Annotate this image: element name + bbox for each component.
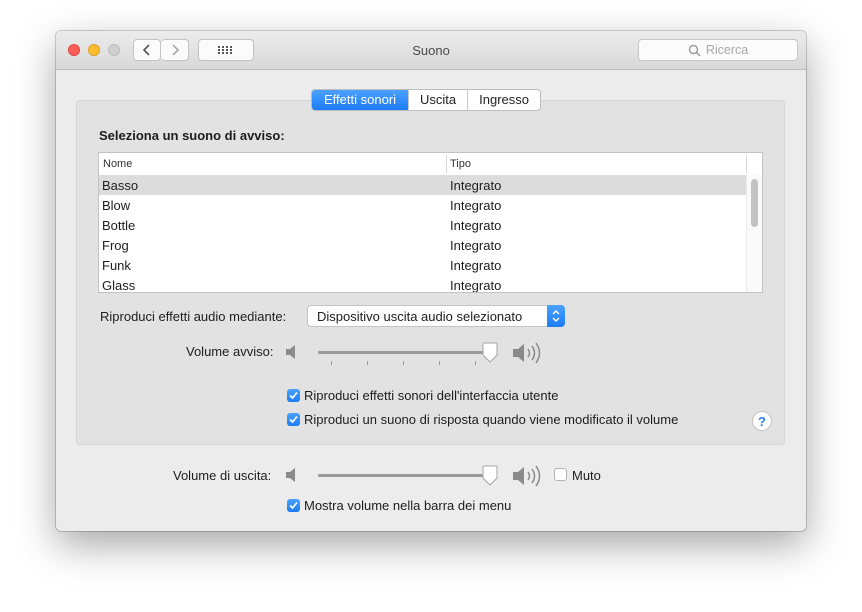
list-item[interactable]: Frog Integrato <box>99 235 747 255</box>
ui-sound-effects-label: Riproduci effetti sonori dell'interfacci… <box>304 388 559 403</box>
list-item[interactable]: Glass Integrato <box>99 275 747 293</box>
list-scrollbar[interactable] <box>746 175 762 292</box>
select-arrows-icon <box>547 305 565 327</box>
show-volume-menubar-label: Mostra volume nella barra dei menu <box>304 498 512 513</box>
slider-tick <box>331 361 332 365</box>
sound-type: Integrato <box>450 238 502 253</box>
slider-tick <box>439 361 440 365</box>
tab-ingresso[interactable]: Ingresso <box>467 90 540 110</box>
help-icon: ? <box>758 413 766 429</box>
sound-name: Basso <box>102 178 139 193</box>
speaker-high-icon <box>513 342 541 364</box>
slider-tick <box>403 361 404 365</box>
search-icon <box>688 44 701 57</box>
speaker-high-icon <box>513 465 541 487</box>
sound-type: Integrato <box>450 278 502 293</box>
alert-volume-fill <box>318 351 490 354</box>
show-volume-menubar-checkbox[interactable] <box>287 499 300 512</box>
sound-name: Funk <box>102 258 131 273</box>
checkmark-icon <box>289 391 298 400</box>
preferences-window: Suono Ricerca Effetti sonori Uscita Ingr… <box>56 31 806 531</box>
sound-name: Blow <box>102 198 131 213</box>
checkmark-icon <box>289 501 298 510</box>
sound-type: Integrato <box>450 218 502 233</box>
tab-uscita[interactable]: Uscita <box>408 90 467 110</box>
column-header-name[interactable]: Nome <box>103 158 132 170</box>
search-placeholder: Ricerca <box>705 43 749 57</box>
alert-sound-heading: Seleziona un suono di avviso: <box>99 128 285 143</box>
search-input[interactable]: Ricerca <box>638 39 798 61</box>
slider-tick <box>367 361 368 365</box>
list-item[interactable]: Funk Integrato <box>99 255 747 275</box>
sound-list[interactable]: Nome Tipo Basso Integrato Blow Integrato… <box>98 152 763 293</box>
column-header-type[interactable]: Tipo <box>450 158 471 170</box>
alert-volume-label: Volume avviso: <box>186 344 274 359</box>
mute-checkbox[interactable] <box>554 468 567 481</box>
sound-name: Bottle <box>102 218 136 233</box>
sound-type: Integrato <box>450 258 502 273</box>
sound-type: Integrato <box>450 198 502 213</box>
output-volume-label: Volume di uscita: <box>173 468 272 483</box>
speaker-low-icon <box>286 345 295 359</box>
sound-name: Frog <box>102 238 129 253</box>
volume-feedback-checkbox[interactable] <box>287 413 300 426</box>
slider-tick <box>475 361 476 365</box>
sound-type: Integrato <box>450 178 502 193</box>
sound-name: Glass <box>102 278 136 293</box>
list-header: Nome Tipo <box>99 153 747 176</box>
column-divider <box>446 155 447 173</box>
title-bar: Suono Ricerca <box>56 31 806 70</box>
play-through-label: Riproduci effetti audio mediante: <box>100 309 287 324</box>
alert-volume-knob[interactable] <box>481 342 499 364</box>
speaker-low-icon <box>286 468 295 482</box>
mute-label: Muto <box>572 468 601 483</box>
column-divider <box>746 155 747 173</box>
volume-feedback-label: Riproduci un suono di risposta quando vi… <box>304 412 679 427</box>
output-device-value: Dispositivo uscita audio selezionato <box>317 309 523 324</box>
ui-sound-effects-checkbox[interactable] <box>287 389 300 402</box>
output-device-select[interactable]: Dispositivo uscita audio selezionato <box>307 305 565 327</box>
help-button[interactable]: ? <box>752 411 772 431</box>
scrollbar-thumb[interactable] <box>751 179 758 227</box>
tab-effetti-sonori[interactable]: Effetti sonori <box>312 90 409 110</box>
tab-bar: Effetti sonori Uscita Ingresso <box>311 89 542 111</box>
list-item[interactable]: Blow Integrato <box>99 195 747 215</box>
output-volume-fill <box>318 474 490 477</box>
list-item[interactable]: Basso Integrato <box>99 175 747 195</box>
checkmark-icon <box>289 415 298 424</box>
output-volume-knob[interactable] <box>481 465 499 487</box>
list-item[interactable]: Bottle Integrato <box>99 215 747 235</box>
